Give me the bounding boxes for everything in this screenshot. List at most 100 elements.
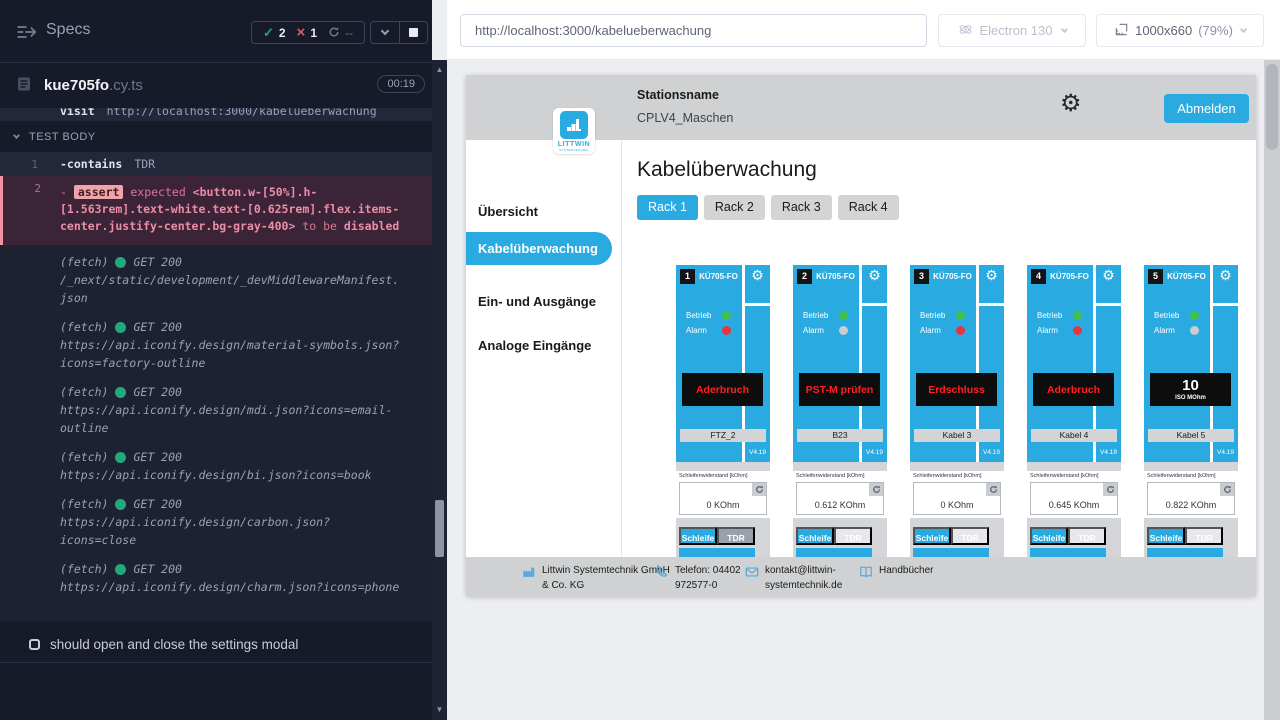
littwin-logo-icon: [560, 111, 588, 139]
card-status-display: Aderbruch: [682, 373, 763, 406]
viewport-size: 1000x660: [1135, 23, 1192, 38]
collapse-button[interactable]: [371, 22, 399, 43]
stat-pending: --: [328, 26, 353, 40]
tdr-button[interactable]: TDR: [1068, 527, 1106, 545]
logout-button[interactable]: Abmelden: [1164, 94, 1249, 123]
footer-manuals[interactable]: Handbücher: [859, 564, 933, 579]
tab-rack-3[interactable]: Rack 3: [771, 195, 832, 220]
rack-card-bottom: Schleifenwiderstand [kOhm]0 KOhmSchleife…: [676, 462, 770, 557]
test-body-section[interactable]: TEST BODY: [0, 121, 432, 152]
alarm-led: [839, 326, 848, 335]
app-header: LITTWIN SYSTEMTECHNIK Stationsname CPLV4…: [466, 75, 1256, 140]
tdr-button[interactable]: TDR: [1185, 527, 1223, 545]
fetch-log-entry[interactable]: (fetch)GET 200/_next/static/development/…: [60, 253, 404, 307]
cable-name-label: Kabel 3: [914, 429, 1000, 442]
card-buttons: SchleifeTDR: [679, 527, 755, 545]
led-label: Betrieb: [803, 311, 833, 320]
card-divider: [862, 303, 887, 306]
specs-list-icon[interactable]: [16, 24, 38, 40]
sidebar-item-bersicht[interactable]: Übersicht: [466, 195, 612, 228]
stop-button[interactable]: [399, 22, 427, 43]
betrieb-led: [1073, 311, 1082, 320]
betrieb-led: [839, 311, 848, 320]
test-stats[interactable]: ✓2 ×1 --: [251, 21, 365, 44]
fetch-status: GET 200: [133, 383, 181, 401]
led-label: Alarm: [686, 326, 716, 335]
rack-card-bottom: Schleifenwiderstand [kOhm]0 KOhmSchleife…: [910, 462, 1004, 557]
card-settings-gear-icon[interactable]: ⚙: [1213, 268, 1238, 282]
fetch-log-entry[interactable]: (fetch)GET 200https://api.iconify.design…: [60, 318, 404, 372]
led-row-alarm: Alarm: [920, 326, 965, 335]
schleife-button[interactable]: Schleife: [796, 527, 834, 545]
schleife-button[interactable]: Schleife: [913, 527, 951, 545]
restart-icon: [328, 26, 340, 40]
fetch-url: /_next/static/development/_devMiddleware…: [60, 271, 404, 307]
settings-gear-icon[interactable]: ⚙: [1060, 92, 1082, 116]
fetch-log-entry[interactable]: (fetch)GET 200https://api.iconify.design…: [60, 448, 404, 484]
tab-rack-4[interactable]: Rack 4: [838, 195, 899, 220]
fetch-url: https://api.iconify.design/bi.json?icons…: [60, 466, 404, 484]
led-label: Alarm: [1154, 326, 1184, 335]
fetch-log-entry[interactable]: (fetch)GET 200https://api.iconify.design…: [60, 560, 404, 596]
schleife-button[interactable]: Schleife: [1147, 527, 1185, 545]
alarm-led: [1190, 326, 1199, 335]
refresh-icon[interactable]: [1220, 483, 1234, 496]
rack-card: 3KÜ705-FO⚙BetriebAlarmErdschlussKabel 3V…: [910, 265, 1004, 557]
schleife-button[interactable]: Schleife: [1030, 527, 1068, 545]
browser-select[interactable]: Electron 130: [938, 14, 1086, 47]
status-dot-icon: [115, 499, 126, 510]
tab-rack-2[interactable]: Rack 2: [704, 195, 765, 220]
fetch-log-head: (fetch)GET 200: [60, 318, 404, 336]
resistance-readout: 0 KOhm: [679, 482, 767, 515]
scrollbar-thumb[interactable]: [435, 500, 444, 557]
status-unit: ISO MOhm: [1175, 395, 1206, 401]
log-visit-command[interactable]: 1 visithttp://localhost:3000/kabelueberw…: [0, 108, 432, 121]
url-input[interactable]: [460, 14, 927, 47]
scroll-down-icon[interactable]: ▼: [432, 702, 447, 718]
fetch-status: GET 200: [133, 253, 181, 271]
alarm-led: [722, 326, 731, 335]
reporter-scrollbar[interactable]: ▲ ▼: [432, 60, 447, 720]
spec-file-row[interactable]: kue705fo.cy.ts 00:19: [0, 63, 432, 108]
tab-rack-1[interactable]: Rack 1: [637, 195, 698, 220]
sidebar-item-analoge-eing-nge[interactable]: Analoge Eingänge: [466, 329, 612, 362]
pending-test-row[interactable]: should open and close the settings modal: [0, 630, 432, 663]
refresh-icon[interactable]: [752, 483, 766, 496]
page-scrollbar[interactable]: [1264, 60, 1280, 720]
resistance-panel: Schleifenwiderstand [kOhm]0.645 KOhm: [1027, 471, 1121, 518]
scrollbar-thumb[interactable]: [1266, 64, 1278, 150]
card-model-label: KÜ705-FO: [929, 272, 976, 281]
stat-failed: ×1: [297, 25, 317, 40]
rack-cards: 1KÜ705-FO⚙BetriebAlarmAderbruchFTZ_2V4.1…: [676, 265, 1238, 557]
station-label: Stationsname: [637, 88, 719, 102]
scroll-up-icon[interactable]: ▲: [432, 62, 447, 78]
sidebar-item-ein-und-ausg-nge[interactable]: Ein- und Ausgänge: [466, 285, 612, 318]
card-divider: [745, 303, 770, 306]
rack-tabs: Rack 1Rack 2Rack 3Rack 4: [637, 195, 899, 220]
tdr-button[interactable]: TDR: [834, 527, 872, 545]
sidebar-item-kabel-berwachung[interactable]: Kabelüberwachung: [466, 232, 612, 265]
tdr-button[interactable]: TDR: [951, 527, 989, 545]
card-settings-gear-icon[interactable]: ⚙: [979, 268, 1004, 282]
fetch-log-entry[interactable]: (fetch)GET 200https://api.iconify.design…: [60, 495, 404, 549]
rack-card: 5KÜ705-FO⚙BetriebAlarm10ISO MOhmKabel 5V…: [1144, 265, 1238, 557]
refresh-icon[interactable]: [1103, 483, 1117, 496]
resistance-panel: Schleifenwiderstand [kOhm]0.612 KOhm: [793, 471, 887, 518]
card-settings-gear-icon[interactable]: ⚙: [745, 268, 770, 282]
card-settings-gear-icon[interactable]: ⚙: [1096, 268, 1121, 282]
refresh-icon[interactable]: [869, 483, 883, 496]
specs-label[interactable]: Specs: [46, 21, 90, 39]
resistance-value: 0 KOhm: [914, 500, 1000, 510]
fetch-status: GET 200: [133, 560, 181, 578]
card-settings-gear-icon[interactable]: ⚙: [862, 268, 887, 282]
viewport-select[interactable]: 1000x660 (79%): [1096, 14, 1264, 47]
cable-name-label: Kabel 5: [1148, 429, 1234, 442]
schleife-button[interactable]: Schleife: [679, 527, 717, 545]
log-contains-command[interactable]: 1 -containsTDR: [0, 152, 432, 176]
fetch-log-entry[interactable]: (fetch)GET 200https://api.iconify.design…: [60, 383, 404, 437]
footer-email[interactable]: kontakt@littwin-systemtechnik.de: [745, 564, 859, 593]
rack-card-bottom: Schleifenwiderstand [kOhm]0.645 KOhm Schl…: [1027, 462, 1121, 557]
log-assert-failed[interactable]: 2 - assert expected <button.w-[50%].h-[1…: [0, 176, 432, 245]
tdr-button[interactable]: TDR: [717, 527, 755, 545]
refresh-icon[interactable]: [986, 483, 1000, 496]
